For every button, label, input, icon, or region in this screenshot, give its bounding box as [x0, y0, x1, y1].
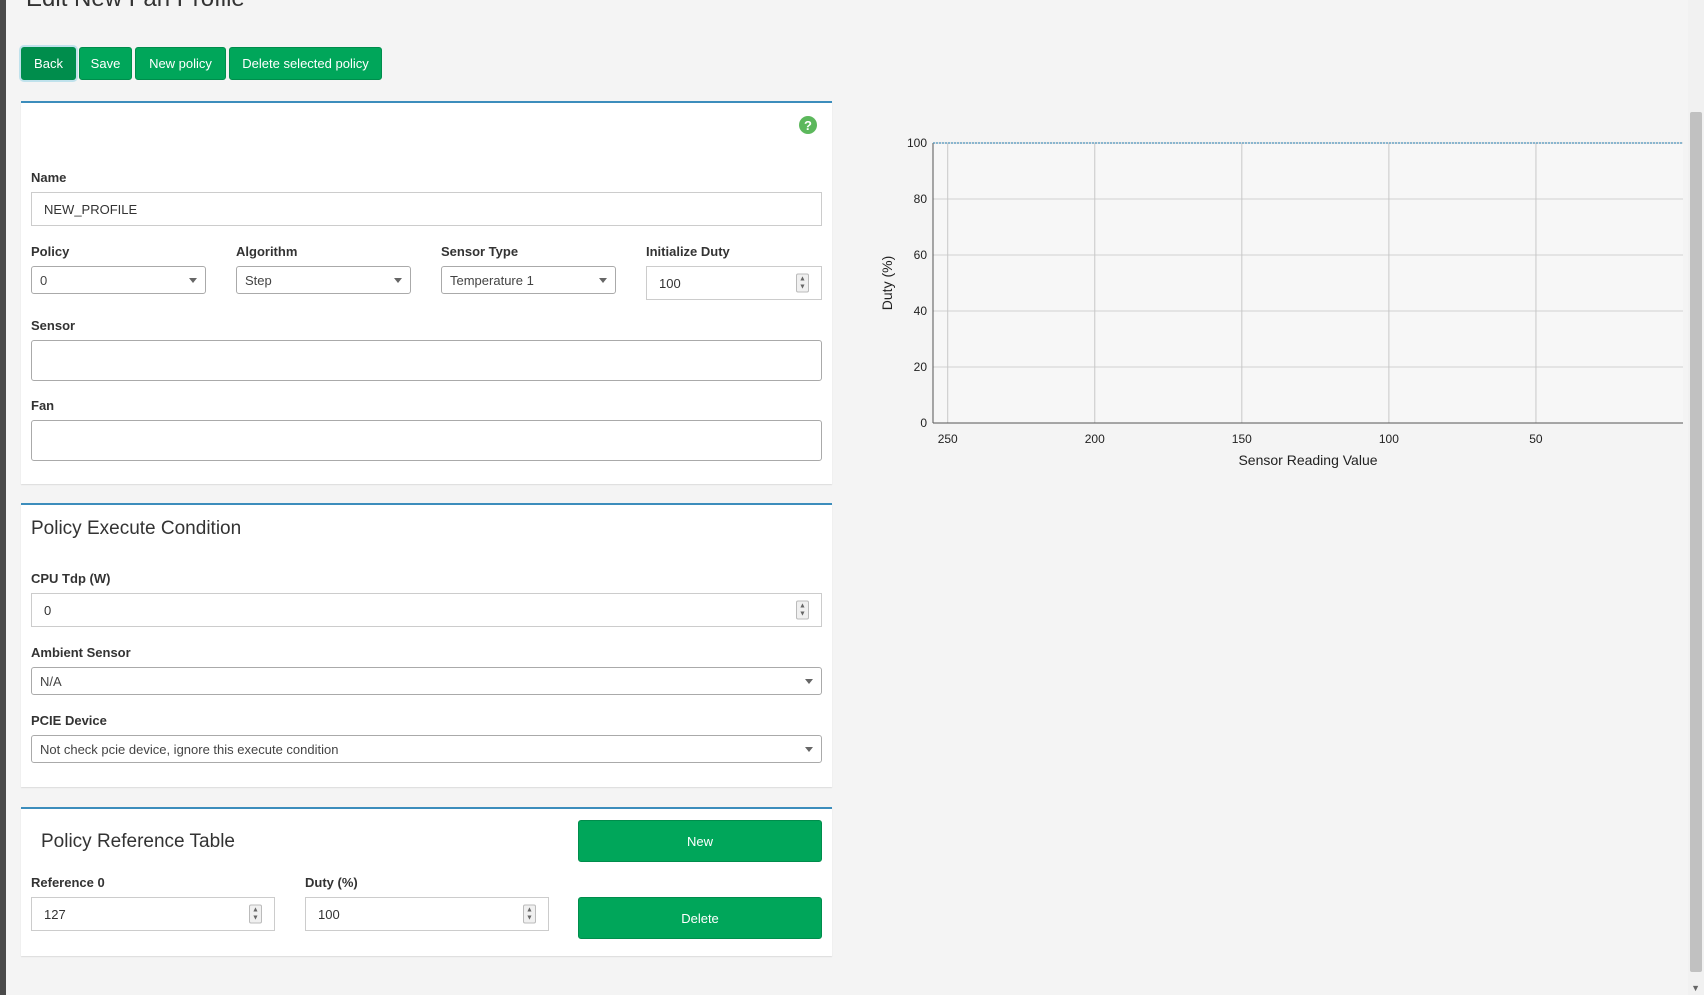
algorithm-label: Algorithm — [236, 244, 298, 259]
ambient-sensor-select[interactable]: N/A — [31, 667, 822, 695]
number-spinner-icon[interactable]: ▲ ▼ — [249, 904, 262, 924]
pcie-device-select-value: Not check pcie device, ignore this execu… — [40, 741, 339, 757]
chevron-down-icon — [805, 747, 813, 752]
vertical-scrollbar[interactable]: ▼ — [1688, 0, 1704, 995]
duty-value: 100 — [318, 906, 340, 922]
back-button[interactable]: Back — [21, 47, 76, 80]
chevron-down-icon — [805, 679, 813, 684]
x-tick-label: 250 — [938, 432, 958, 446]
window-left-edge — [0, 0, 6, 995]
ambient-sensor-label: Ambient Sensor — [31, 645, 131, 660]
save-button[interactable]: Save — [79, 47, 132, 80]
initialize-duty-label: Initialize Duty — [646, 244, 730, 259]
new-reference-button[interactable]: New — [578, 820, 822, 862]
fan-multiselect[interactable] — [31, 420, 822, 461]
new-policy-button[interactable]: New policy — [135, 47, 226, 80]
name-input[interactable]: NEW_PROFILE — [31, 192, 822, 226]
delete-reference-button[interactable]: Delete — [578, 897, 822, 939]
algorithm-select[interactable]: Step — [236, 266, 411, 294]
y-tick-label: 60 — [914, 248, 928, 262]
profile-panel: ? Name NEW_PROFILE Policy 0 Algorithm St… — [21, 101, 832, 484]
sensor-label: Sensor — [31, 318, 76, 333]
reference-input[interactable]: 127 ▲ ▼ — [31, 897, 275, 931]
chart-plot-area — [933, 143, 1683, 423]
y-tick-label: 20 — [914, 360, 928, 374]
reference-value: 127 — [44, 906, 66, 922]
policy-select-value: 0 — [40, 272, 48, 288]
x-tick-label: 50 — [1529, 432, 1543, 446]
condition-panel-title: Policy Execute Condition — [31, 518, 242, 539]
x-tick-label: 100 — [1379, 432, 1399, 446]
delete-selected-policy-button[interactable]: Delete selected policy — [229, 47, 382, 80]
chevron-down-icon — [189, 278, 197, 283]
sensor-type-select-value: Temperature 1 — [450, 272, 534, 288]
y-tick-label: 80 — [914, 192, 928, 206]
chevron-down-icon — [394, 278, 402, 283]
policy-label: Policy — [31, 244, 70, 259]
scroll-down-arrow-icon[interactable]: ▼ — [1691, 983, 1700, 993]
pcie-device-label: PCIE Device — [31, 713, 107, 728]
y-tick-label: 40 — [914, 304, 928, 318]
sensor-type-select[interactable]: Temperature 1 — [441, 266, 616, 294]
duty-chart: 0 20 40 60 80 100 250 200 150 100 50 Sensor Reading… — [870, 130, 1690, 475]
number-spinner-icon[interactable]: ▲ ▼ — [796, 600, 809, 620]
ambient-sensor-select-value: N/A — [40, 673, 62, 689]
sensor-type-label: Sensor Type — [441, 244, 519, 259]
initialize-duty-value: 100 — [659, 275, 681, 291]
initialize-duty-input[interactable]: 100 ▲ ▼ — [646, 266, 822, 300]
cpu-tdp-value: 0 — [44, 602, 52, 618]
y-tick-label: 100 — [907, 136, 927, 150]
policy-reference-table-panel: Policy Reference Table New Reference 0 1… — [21, 807, 832, 956]
number-spinner-icon[interactable]: ▲ ▼ — [523, 904, 536, 924]
x-tick-label: 200 — [1085, 432, 1105, 446]
duty-input[interactable]: 100 ▲ ▼ — [305, 897, 549, 931]
question-circle-icon[interactable]: ? — [799, 116, 817, 134]
reference-label: Reference 0 — [31, 875, 105, 890]
cpu-tdp-label: CPU Tdp (W) — [31, 571, 111, 586]
fan-label: Fan — [31, 398, 55, 413]
number-spinner-icon[interactable]: ▲ ▼ — [796, 273, 809, 293]
y-axis-label: Duty (%) — [879, 256, 895, 310]
policy-execute-condition-panel: Policy Execute Condition CPU Tdp (W) 0 ▲… — [21, 503, 832, 787]
policy-select[interactable]: 0 — [31, 266, 206, 294]
cpu-tdp-input[interactable]: 0 ▲ ▼ — [31, 593, 822, 627]
duty-label: Duty (%) — [305, 875, 358, 890]
sensor-multiselect[interactable] — [31, 340, 822, 381]
duty-chart-svg: 0 20 40 60 80 100 250 200 150 100 50 Sensor Reading… — [879, 136, 1683, 468]
y-tick-label: 0 — [920, 416, 927, 430]
scrollbar-thumb[interactable] — [1690, 112, 1702, 972]
x-axis-label: Sensor Reading Value — [1238, 452, 1377, 468]
algorithm-select-value: Step — [245, 272, 272, 288]
name-label: Name — [31, 170, 67, 185]
page-title: Edit New Fan Profile — [26, 0, 245, 13]
reference-panel-title: Policy Reference Table — [41, 831, 235, 852]
x-tick-label: 150 — [1232, 432, 1252, 446]
pcie-device-select[interactable]: Not check pcie device, ignore this execu… — [31, 735, 822, 763]
chevron-down-icon — [599, 278, 607, 283]
